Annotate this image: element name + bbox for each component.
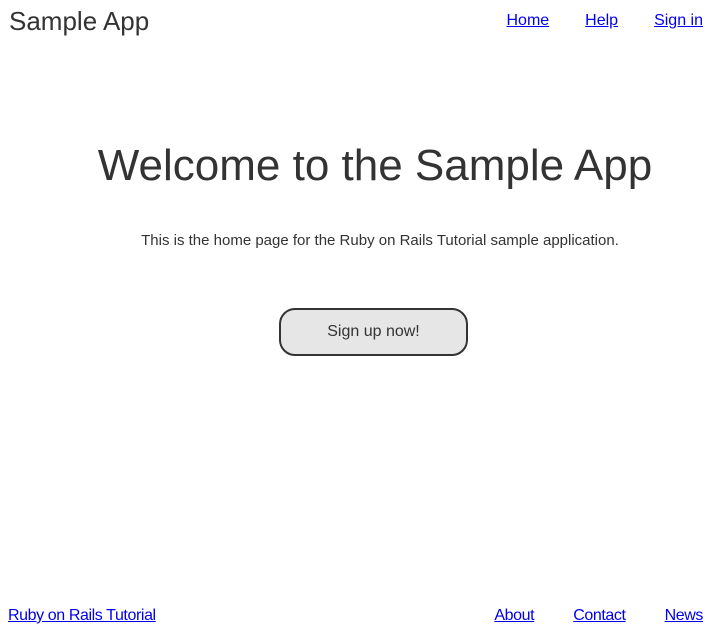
footer-rails-tutorial-link[interactable]: Ruby on Rails Tutorial: [8, 606, 156, 626]
footer-nav: About Contact News: [494, 606, 703, 626]
sign-up-button[interactable]: Sign up now!: [279, 308, 468, 356]
main-nav: Home Help Sign in: [506, 10, 703, 32]
logo[interactable]: Sample App: [9, 3, 149, 39]
nav-sign-in-link[interactable]: Sign in: [654, 10, 703, 32]
hero-subtitle: This is the home page for the Ruby on Ra…: [141, 232, 619, 249]
footer-contact-link[interactable]: Contact: [573, 606, 626, 626]
footer-about-link[interactable]: About: [494, 606, 534, 626]
nav-home-link[interactable]: Home: [506, 10, 549, 32]
page-title: Welcome to the Sample App: [97, 141, 653, 190]
nav-help-link[interactable]: Help: [585, 10, 618, 32]
footer-news-link[interactable]: News: [665, 606, 704, 626]
